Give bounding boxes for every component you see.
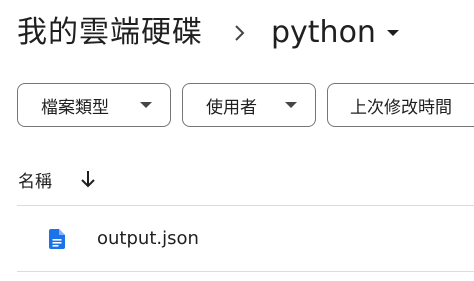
caret-down-icon [386,26,400,40]
file-row[interactable]: output.json [17,206,474,271]
drive-folder-view: 我的雲端硬碟 python 檔案類型 使用者 上次修改時間 名稱 output.… [0,0,474,281]
chevron-right-icon [229,23,249,43]
filter-owner-chip[interactable]: 使用者 [182,83,316,127]
divider [17,271,474,272]
current-folder-label: python [271,15,376,50]
docs-file-icon [48,228,66,250]
filter-modified-label: 上次修改時間 [350,97,452,118]
list-header: 名稱 [18,164,98,194]
arrow-down-icon[interactable] [78,169,98,189]
breadcrumb-my-drive[interactable]: 我的雲端硬碟 [17,8,203,58]
file-name[interactable]: output.json [97,228,199,249]
caret-down-icon [284,98,298,112]
filter-type-label: 檔案類型 [41,97,109,118]
filter-modified-chip[interactable]: 上次修改時間 [327,83,474,127]
breadcrumb: 我的雲端硬碟 python [17,8,400,58]
breadcrumb-current-folder-button[interactable]: python [271,8,400,58]
filter-bar: 檔案類型 使用者 上次修改時間 [17,83,474,127]
name-column-header[interactable]: 名稱 [18,167,52,192]
caret-down-icon [139,98,153,112]
filter-owner-label: 使用者 [206,97,257,118]
filter-type-chip[interactable]: 檔案類型 [17,83,171,127]
